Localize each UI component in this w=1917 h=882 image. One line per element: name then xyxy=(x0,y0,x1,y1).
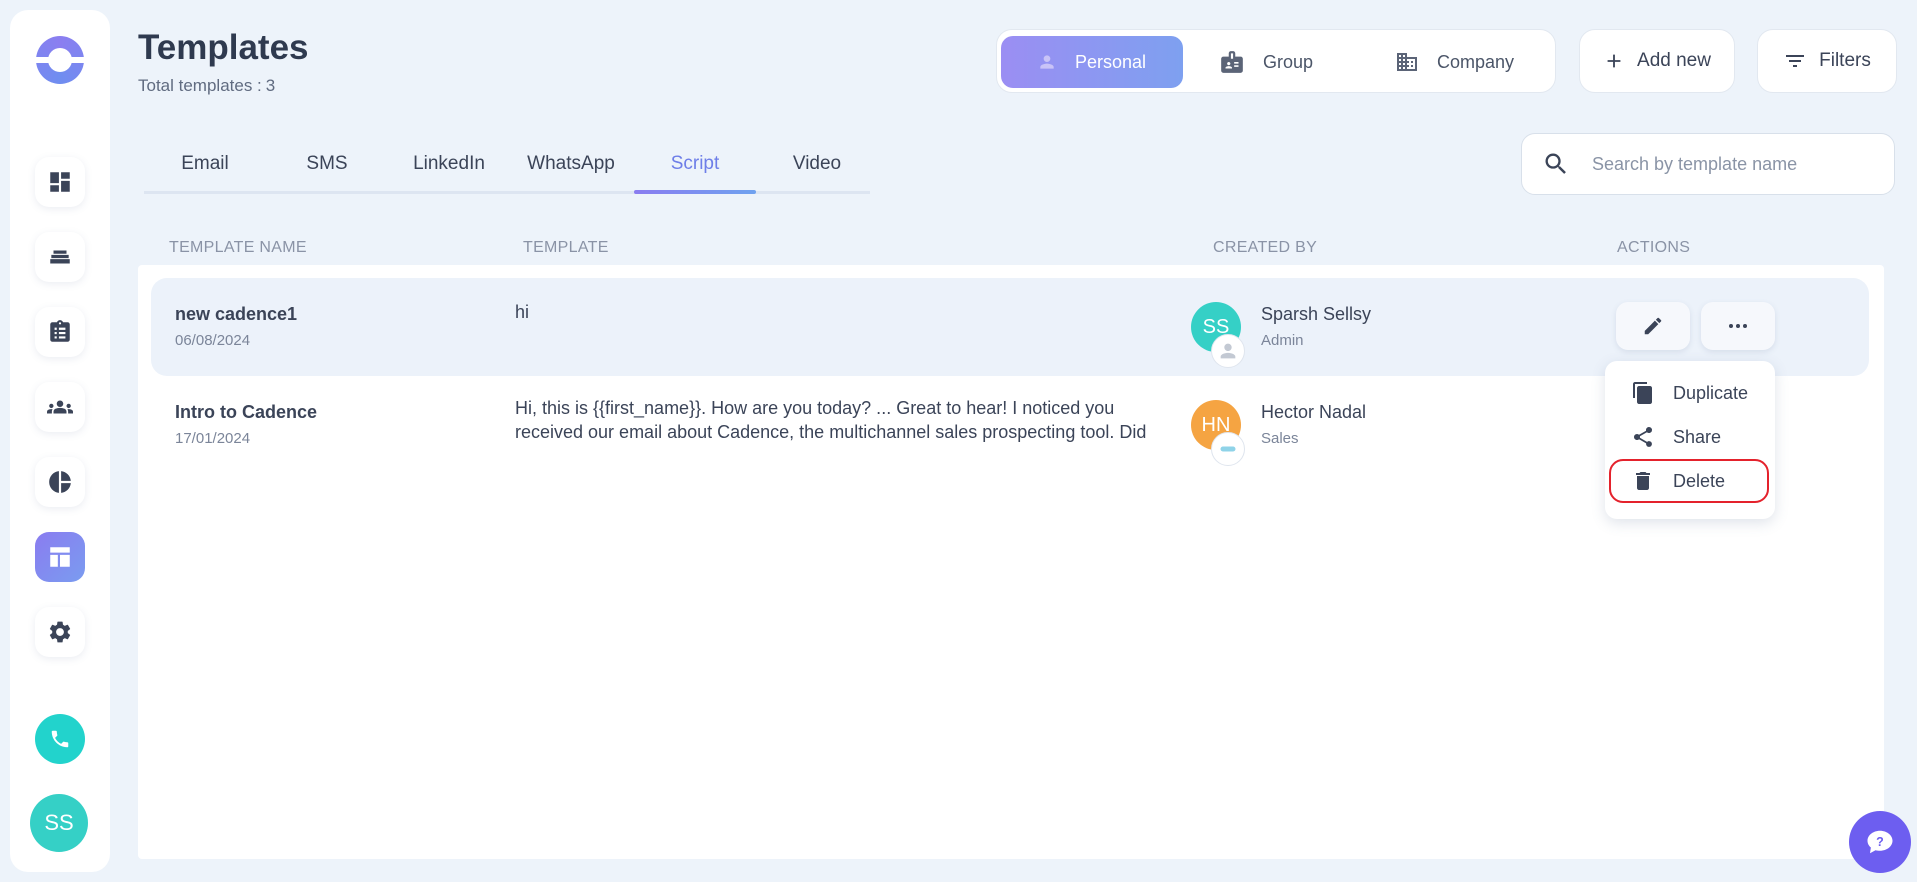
template-layout-icon xyxy=(50,547,70,567)
people-nav-button[interactable] xyxy=(35,382,85,432)
template-date: 17/01/2024 xyxy=(175,430,251,447)
creator-company-logo xyxy=(1211,432,1245,466)
creator-role: Sales xyxy=(1261,430,1299,447)
tab-email[interactable]: Email xyxy=(144,153,266,194)
row-actions-menu: Duplicate Share Delete xyxy=(1605,361,1775,519)
scope-personal[interactable]: Personal xyxy=(1001,36,1183,88)
template-preview: Hi, this is {{first_name}}. How are you … xyxy=(515,398,1147,442)
total-label: Total templates : xyxy=(138,76,262,95)
total-templates: Total templates :3 xyxy=(138,76,275,96)
gear-icon xyxy=(49,621,71,643)
col-created-by: CREATED BY xyxy=(1213,239,1318,256)
trash-icon xyxy=(1636,472,1650,490)
menu-duplicate[interactable]: Duplicate xyxy=(1609,371,1769,415)
pencil-icon xyxy=(1644,317,1662,335)
scope-company[interactable]: Company xyxy=(1365,36,1551,88)
building-icon xyxy=(1397,53,1417,71)
help-button[interactable]: ? xyxy=(1849,811,1911,873)
dashboard-nav-button[interactable] xyxy=(35,157,85,207)
tasks-nav-button[interactable] xyxy=(35,307,85,357)
tab-sms[interactable]: SMS xyxy=(266,153,388,194)
filters-label: Filters xyxy=(1819,50,1871,71)
share-icon xyxy=(1634,426,1653,447)
more-options-button[interactable] xyxy=(1701,302,1775,350)
search-input[interactable] xyxy=(1592,153,1882,175)
template-date: 06/08/2024 xyxy=(175,332,251,349)
filters-button[interactable]: Filters xyxy=(1757,29,1897,93)
menu-share-label: Share xyxy=(1673,426,1722,447)
menu-duplicate-label: Duplicate xyxy=(1673,382,1749,403)
menu-delete-label: Delete xyxy=(1673,470,1726,491)
menu-delete[interactable]: Delete xyxy=(1609,459,1769,503)
search-box xyxy=(1521,133,1895,195)
filter-icon xyxy=(1786,55,1805,67)
creator-role: Admin xyxy=(1261,332,1304,349)
scope-group-label: Group xyxy=(1263,51,1314,72)
channel-tabs: Email SMS LinkedIn WhatsApp Script Video xyxy=(144,148,870,194)
tab-whatsapp[interactable]: WhatsApp xyxy=(510,153,632,194)
clipboard-icon xyxy=(50,320,70,342)
scope-group[interactable]: Group xyxy=(1191,36,1361,88)
id-card-icon xyxy=(1221,51,1243,73)
total-count: 3 xyxy=(265,76,276,95)
call-button[interactable] xyxy=(35,714,85,764)
col-template-name: TEMPLATE NAME xyxy=(169,239,307,256)
col-template: TEMPLATE xyxy=(523,239,609,256)
templates-nav-button[interactable] xyxy=(35,532,85,582)
help-chat-icon: ? xyxy=(1867,830,1893,854)
creator-name: Hector Nadal xyxy=(1261,402,1367,422)
add-new-label: Add new xyxy=(1637,50,1711,71)
app-logo[interactable] xyxy=(36,36,84,84)
template-name: new cadence1 xyxy=(175,304,298,324)
add-new-button[interactable]: Add new xyxy=(1579,29,1735,93)
scope-company-label: Company xyxy=(1437,51,1515,72)
pie-chart-icon xyxy=(49,471,71,493)
col-actions: ACTIONS xyxy=(1617,239,1691,256)
creator-profile-icon xyxy=(1211,334,1245,368)
tab-script[interactable]: Script xyxy=(634,153,756,194)
user-avatar[interactable]: SS xyxy=(30,794,88,852)
search-icon xyxy=(1545,153,1566,174)
company-logo-icon xyxy=(1220,446,1236,452)
people-icon xyxy=(47,400,73,414)
reports-nav-button[interactable] xyxy=(35,457,85,507)
stack-icon xyxy=(50,250,70,264)
copy-icon xyxy=(1633,382,1652,404)
dashboard-icon xyxy=(50,172,70,192)
menu-share[interactable]: Share xyxy=(1609,415,1769,459)
plus-icon xyxy=(1607,54,1621,68)
settings-nav-button[interactable] xyxy=(35,607,85,657)
template-name: Intro to Cadence xyxy=(175,402,318,422)
sidebar: SS xyxy=(10,10,110,872)
tab-video[interactable]: Video xyxy=(756,153,878,194)
tab-linkedin[interactable]: LinkedIn xyxy=(388,153,510,194)
phone-icon xyxy=(51,730,69,748)
templates-table: new cadence1 06/08/2024 hi SS Sparsh Sel… xyxy=(138,265,1884,859)
edit-button[interactable] xyxy=(1616,302,1690,350)
creator-name: Sparsh Sellsy xyxy=(1261,304,1372,324)
person-icon xyxy=(1040,55,1054,69)
user-silhouette-icon xyxy=(1220,343,1236,359)
scope-personal-label: Personal xyxy=(1075,51,1147,72)
svg-text:?: ? xyxy=(1876,835,1884,849)
page-title: Templates xyxy=(138,28,309,67)
more-horizontal-icon xyxy=(1729,324,1747,328)
scope-switcher: Personal Group Company xyxy=(996,29,1556,93)
cadences-nav-button[interactable] xyxy=(35,232,85,282)
template-preview: hi xyxy=(515,302,530,322)
